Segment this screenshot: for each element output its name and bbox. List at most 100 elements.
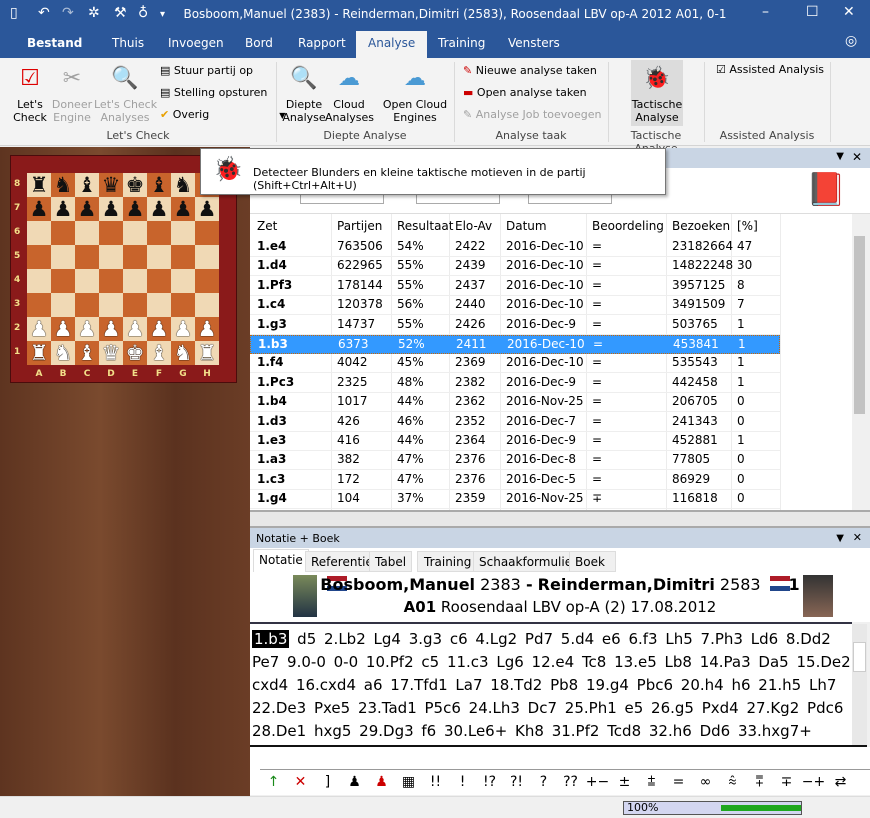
square-f4[interactable] <box>147 269 171 293</box>
diepte-analyse-button[interactable]: 🔍 Diepte Analyse <box>282 64 326 124</box>
tab-training[interactable]: Training <box>438 36 485 50</box>
black-pawn-icon[interactable]: ♟ <box>150 197 169 221</box>
annotation-button[interactable]: ♟ <box>341 770 368 795</box>
scrollbar-thumb[interactable] <box>854 236 865 414</box>
black-bishop-icon[interactable]: ♝ <box>150 173 169 197</box>
square-e4[interactable] <box>123 269 147 293</box>
panel-menu-icon[interactable]: ▼ <box>836 533 844 544</box>
square-a4[interactable] <box>27 269 51 293</box>
annotation-button[interactable]: ⩯ <box>719 770 746 795</box>
square-g4[interactable] <box>171 269 195 293</box>
square-b8[interactable]: ♞ <box>51 173 75 197</box>
stuur-partij-op-button[interactable]: ▤ Stuur partij op <box>160 64 253 77</box>
tab-thuis[interactable]: Thuis <box>112 36 144 50</box>
table-row[interactable]: 1.f4 4042 45% 2369 2016-Dec-10 = 535543 1 <box>250 354 780 374</box>
nieuwe-analyse-taken-button[interactable]: ✎ Nieuwe analyse taken <box>463 64 597 77</box>
annotation-button[interactable]: ⩲ <box>638 770 665 795</box>
black-pawn-icon[interactable]: ♟ <box>174 197 193 221</box>
white-knight-icon[interactable]: ♞ <box>54 341 73 365</box>
white-pawn-icon[interactable]: ♟ <box>150 317 169 341</box>
table-row[interactable]: 1.g3 14737 55% 2426 2016-Dec-9 = 503765 1 <box>250 316 780 335</box>
white-bishop-icon[interactable]: ♝ <box>78 341 97 365</box>
square-d4[interactable] <box>99 269 123 293</box>
square-a3[interactable] <box>27 293 51 317</box>
tab-bestand[interactable]: Bestand <box>27 36 82 50</box>
square-g7[interactable]: ♟ <box>171 197 195 221</box>
lets-check-analyses-button[interactable]: 🔍 Let's Check Analyses <box>94 64 157 124</box>
square-a1[interactable]: ♜ <box>27 341 51 365</box>
square-a8[interactable]: ♜ <box>27 173 51 197</box>
tab-vensters[interactable]: Vensters <box>508 36 560 50</box>
column-header[interactable]: Bezoeken <box>672 219 730 233</box>
tab-notatie[interactable]: Notatie <box>253 549 309 572</box>
annotation-button[interactable]: ⩱ <box>746 770 773 795</box>
square-c1[interactable]: ♝ <box>75 341 99 365</box>
square-e2[interactable]: ♟ <box>123 317 147 341</box>
black-knight-icon[interactable]: ♞ <box>54 173 73 197</box>
annotation-button[interactable]: ✕ <box>287 770 314 795</box>
black-pawn-icon[interactable]: ♟ <box>30 197 49 221</box>
annotation-button[interactable]: !! <box>422 770 449 795</box>
square-f2[interactable]: ♟ <box>147 317 171 341</box>
white-bishop-icon[interactable]: ♝ <box>150 341 169 365</box>
tab-bord[interactable]: Bord <box>245 36 273 50</box>
square-f5[interactable] <box>147 245 171 269</box>
square-d1[interactable]: ♛ <box>99 341 123 365</box>
black-rook-icon[interactable]: ♜ <box>30 173 49 197</box>
table-row[interactable]: 1.Pc3 2325 48% 2382 2016-Dec-9 = 442458 1 <box>250 374 780 393</box>
annotation-button[interactable]: ▦ <box>395 770 422 795</box>
square-h3[interactable] <box>195 293 219 317</box>
book-icon[interactable]: 📕 <box>806 170 846 208</box>
table-row[interactable]: 1.e3 416 44% 2364 2016-Dec-9 = 452881 1 <box>250 432 780 451</box>
square-h5[interactable] <box>195 245 219 269</box>
square-h6[interactable] <box>195 221 219 245</box>
column-header[interactable]: Partijen <box>337 219 382 233</box>
minimize-button[interactable]: – <box>762 4 769 20</box>
square-g8[interactable]: ♞ <box>171 173 195 197</box>
black-pawn-icon[interactable]: ♟ <box>102 197 121 221</box>
column-header[interactable]: Zet <box>257 219 277 233</box>
table-row[interactable]: 1.e4 763506 54% 2422 2016-Dec-10 = 23182664 47 <box>250 238 780 257</box>
assisted-analysis-checkbox[interactable]: ☑ Assisted Analysis <box>716 63 824 76</box>
tactische-analyse-button[interactable]: 🐞 Tactische Analyse <box>631 60 683 126</box>
doneer-engine-button[interactable]: ✂ Doneer Engine <box>50 64 94 124</box>
annotation-button[interactable]: ⇄ <box>827 770 854 795</box>
column-header[interactable]: [%] <box>737 219 758 233</box>
table-row[interactable]: 1.c4 120378 56% 2440 2016-Dec-10 = 3491509 7 <box>250 296 780 316</box>
annotation-button[interactable]: ? <box>530 770 557 795</box>
close-button[interactable]: ✕ <box>843 4 855 20</box>
help-icon[interactable]: ◎ <box>845 33 857 49</box>
square-d2[interactable]: ♟ <box>99 317 123 341</box>
square-d5[interactable] <box>99 245 123 269</box>
white-pawn-icon[interactable]: ♟ <box>78 317 97 341</box>
square-a2[interactable]: ♟ <box>27 317 51 341</box>
white-rook-icon[interactable]: ♜ <box>198 341 217 365</box>
annotation-button[interactable]: = <box>665 770 692 795</box>
square-h2[interactable]: ♟ <box>195 317 219 341</box>
square-f7[interactable]: ♟ <box>147 197 171 221</box>
square-g2[interactable]: ♟ <box>171 317 195 341</box>
black-pawn-icon[interactable]: ♟ <box>54 197 73 221</box>
square-f6[interactable] <box>147 221 171 245</box>
square-c7[interactable]: ♟ <box>75 197 99 221</box>
square-f8[interactable]: ♝ <box>147 173 171 197</box>
square-h4[interactable] <box>195 269 219 293</box>
square-b2[interactable]: ♟ <box>51 317 75 341</box>
tab-rapport[interactable]: Rapport <box>298 36 346 50</box>
table-row[interactable]: 1.Pf3 178144 55% 2437 2016-Dec-10 = 3957125 8 <box>250 277 780 296</box>
black-king-icon[interactable]: ♚ <box>126 173 145 197</box>
annotation-button[interactable]: +− <box>584 770 611 795</box>
table-row[interactable]: 1.d3 426 46% 2352 2016-Dec-7 = 241343 0 <box>250 413 780 432</box>
tab-training[interactable]: Training <box>417 551 479 572</box>
square-e7[interactable]: ♟ <box>123 197 147 221</box>
current-move[interactable]: 1.b3 <box>252 630 290 648</box>
square-g5[interactable] <box>171 245 195 269</box>
annotation-button[interactable]: ] <box>314 770 341 795</box>
annotation-button[interactable]: −+ <box>800 770 827 795</box>
notation-text[interactable]: 1.b3 d5 2.Lb2 Lg4 3.g3 c6 4.Lg2 Pd7 5.d4… <box>250 622 852 763</box>
square-b1[interactable]: ♞ <box>51 341 75 365</box>
table-row[interactable]: 1.a3 382 47% 2376 2016-Dec-8 = 77805 0 <box>250 451 780 471</box>
square-e6[interactable] <box>123 221 147 245</box>
table-row[interactable]: 1.b4 1017 44% 2362 2016-Nov-25 = 206705 0 <box>250 393 780 413</box>
square-a7[interactable]: ♟ <box>27 197 51 221</box>
